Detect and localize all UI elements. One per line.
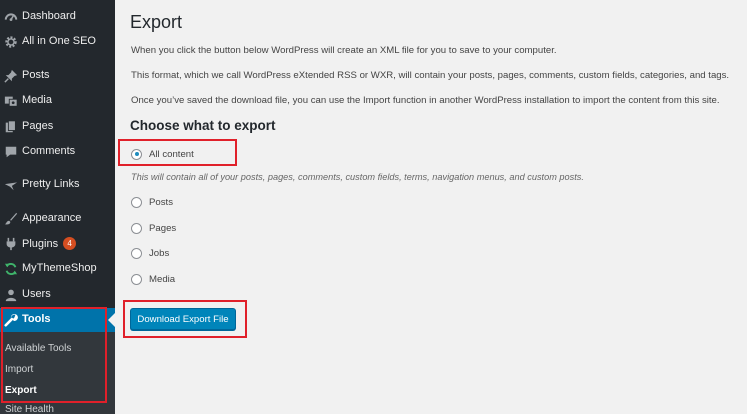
sidebar-item-pages[interactable]: Pages [0,115,115,139]
sidebar-item-dashboard[interactable]: Dashboard [0,5,115,29]
radio-button[interactable] [131,273,142,285]
radio-label: Pages [149,222,177,234]
option-pages[interactable]: Pages [131,220,176,236]
sidebar-item-label: MyThemeShop [22,262,97,274]
sidebar-item-label: Pages [22,120,54,132]
sidebar-item-users[interactable]: Users [0,283,115,307]
radio-label: Posts [149,196,173,208]
paintbrush-icon [3,211,19,227]
option-posts[interactable]: Posts [131,194,173,210]
sidebar-item-label: Appearance [22,212,82,224]
page-title: Export [130,12,183,32]
update-count-badge: 4 [63,237,77,250]
sidebar-item-label: Dashboard [22,10,76,22]
option-jobs[interactable]: Jobs [131,245,169,261]
pages-icon [3,119,19,135]
sidebar-item-label: Posts [22,69,50,81]
radio-label: Media [149,273,176,285]
all-content-description: This will contain all of your posts, pag… [131,172,584,182]
plug-icon [3,236,19,252]
option-media[interactable]: Media [131,271,175,287]
all-content-highlight-box [118,139,237,166]
user-icon [3,287,19,303]
sidebar-item-label: Comments [22,145,76,157]
intro-text: When you click the button below WordPres… [131,45,557,56]
sidebar-item-media[interactable]: Media [0,89,115,113]
radio-label: Jobs [149,247,170,259]
pushpin-icon [3,68,19,84]
tools-highlight-box [1,307,107,403]
sidebar-item-pretty-links[interactable]: Pretty Links [0,173,115,197]
current-menu-arrow [108,313,115,327]
star-icon [3,177,19,193]
download-button-highlight-box [123,300,247,338]
main-content: Export When you click the button below W… [115,0,747,414]
sidebar-item-posts[interactable]: Posts [0,64,115,88]
sidebar-item-appearance[interactable]: Appearance [0,207,115,231]
comment-icon [3,144,19,160]
sidebar-item-plugins[interactable]: Plugins 4 [0,232,115,256]
sidebar-item-label: Users [22,288,51,300]
sidebar-item-mythemeshop[interactable]: MyThemeShop [0,257,115,281]
sidebar-item-label: All in One SEO [22,35,96,47]
sidebar-item-label: Plugins 4 [22,237,77,250]
gear-icon [3,34,19,50]
sidebar-item-all-in-one-seo[interactable]: All in One SEO [0,30,115,54]
intro-text: This format, which we call WordPress eXt… [131,70,730,81]
intro-text: Once you’ve saved the download file, you… [131,95,720,106]
radio-button[interactable] [131,222,142,234]
radio-button[interactable] [131,196,142,208]
section-title: Choose what to export [130,118,276,133]
radio-button[interactable] [131,247,142,259]
sidebar-item-label: Media [22,94,52,106]
dashboard-icon [3,9,19,25]
sidebar-item-comments[interactable]: Comments [0,140,115,164]
media-icon [3,93,19,109]
refresh-icon [3,261,19,277]
submenu-item-site-health[interactable]: Site Health [5,404,54,414]
sidebar-item-label: Pretty Links [22,178,80,190]
